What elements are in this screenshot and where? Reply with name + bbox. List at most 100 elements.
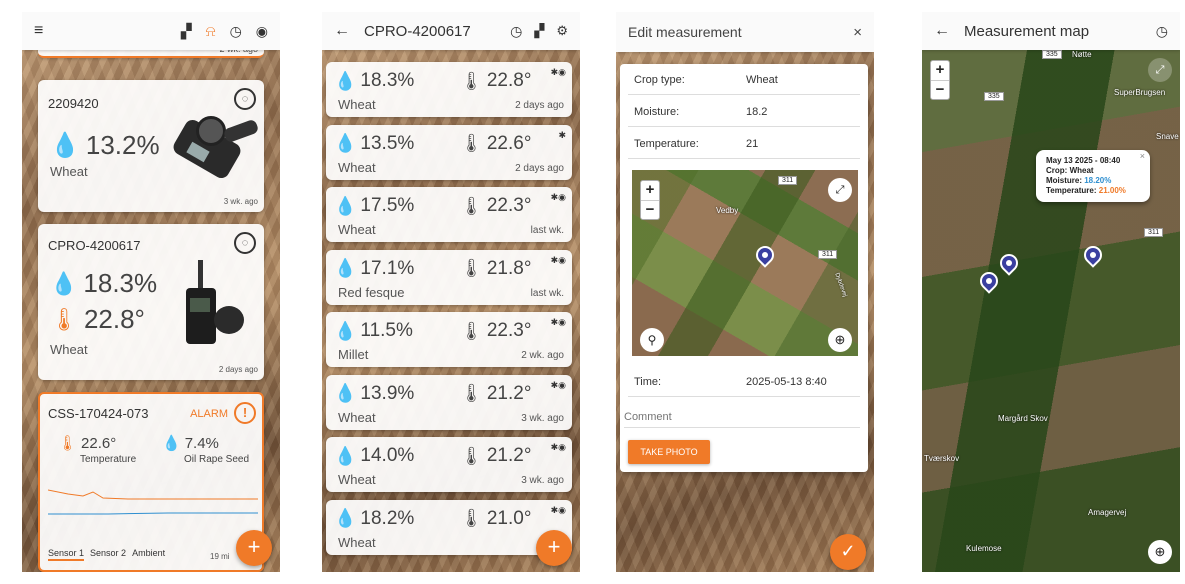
alarm-device-card[interactable]: CSS-170424-073 ALARM ! 🌡 22.6° Temperatu… [38,392,264,572]
measurement-pin-icon[interactable] [752,242,778,268]
device-age: 2 days ago [218,365,258,374]
sensor-type-icon[interactable]: ◌ [234,232,256,254]
moisture-value: 18.3% [83,268,158,298]
device-name: 2209420 [48,96,99,111]
temperature-value: 22.6° [486,132,532,154]
device-card[interactable]: CPRO-4200617 ◌ 💧 18.3% 🌡 22.8° Wheat 2 d… [38,224,264,380]
thermometer-icon: 🌡 [460,383,483,403]
zoom-in-button[interactable]: + [931,61,949,80]
measurement-row[interactable]: 💧 17.1% 🌡 21.8° Red fesque last wk. ✱◉ [326,249,572,305]
moisture-value: 17.1% [360,257,415,279]
my-location-icon[interactable]: ⊕ [1148,540,1172,564]
history-clock-icon[interactable]: ◷ [230,23,242,40]
moisture-readout: 💧 14.0% [334,445,414,467]
measurement-row[interactable]: 💧 13.9% 🌡 21.2° Wheat 3 wk. ago ✱◉ [326,374,572,430]
crop-name: Wheat [338,472,376,487]
road-label: 311 [818,250,838,259]
tab-ambient[interactable]: Ambient [132,548,165,561]
account-icon[interactable]: ◉ [256,23,268,40]
confirm-button[interactable]: ✓ [830,534,866,570]
crop-name: Wheat [338,222,376,237]
moisture-meter-image [166,112,260,184]
place-label: Kulemose [966,544,1002,553]
app-screenshots: ≡ ▞ ⍾ ◷ ◉ 2 wk. ago 2209420 ◌ 💧 13.2% Wh… [0,0,1185,584]
field-crop-type[interactable]: Crop type: Wheat [628,64,860,95]
bluetooth-gps-icon: ✱◉ [550,442,566,452]
measurement-pin-icon[interactable] [1080,242,1106,268]
road-label: 335 [1042,50,1062,59]
back-arrow-icon[interactable]: ← [334,22,350,40]
road-label: 311 [1144,228,1164,237]
bluetooth-gps-icon: ✱◉ [550,379,566,390]
measurement-popup[interactable]: × May 13 2025 - 08:40 Crop: Wheat Moistu… [1036,150,1150,202]
measurement-row[interactable]: 💧 17.5% 🌡 22.3° Wheat last wk. ✱◉ [326,187,572,242]
temperature-readout: 🌡 22.6° [460,133,531,155]
device-age: 19 mi [210,552,230,561]
alarm-label: ALARM [190,408,228,420]
crop-name: Millet [338,347,369,362]
measurement-row[interactable]: 💧 11.5% 🌡 22.3° Millet 2 wk. ago ✱◉ [326,312,572,367]
zoom-out-button[interactable]: − [931,80,949,99]
tab-sensor-2[interactable]: Sensor 2 [90,548,126,561]
temperature-value: 22.8° [83,304,145,334]
add-device-button[interactable]: + [236,530,272,566]
temperature-label: Temperature [80,454,137,465]
field-value: 18.2 [746,106,768,118]
screen-measurement-map: + − ⤢ 335 335 311 Nøtte SuperBrugsen Sna… [922,12,1180,572]
field-time[interactable]: Time: 2025-05-13 8:40 [628,366,860,397]
history-clock-icon[interactable]: ◷ [510,23,522,40]
back-arrow-icon[interactable]: ← [934,22,950,40]
menu-icon[interactable]: ≡ [34,22,43,40]
measurement-age: 2 days ago [515,162,564,174]
alarm-bell-icon[interactable]: ⍾ [206,23,216,40]
zoom-in-button[interactable]: + [641,181,659,200]
fullscreen-icon[interactable]: ⤢ [828,178,852,202]
settings-gear-icon[interactable]: ⚙ [556,23,568,39]
history-clock-icon[interactable]: ◷ [1156,23,1168,40]
add-measurement-button[interactable]: + [536,530,572,566]
take-photo-button[interactable]: TAKE PHOTO [628,440,710,464]
location-map[interactable]: + − ⤢ Vedby 311 311 Dybdevej ⚲ ⊕ [632,170,858,356]
moisture-value: 13.9% [360,382,415,404]
field-moisture[interactable]: Moisture: 18.2 [628,96,860,127]
road-label: 335 [984,92,1004,101]
location-marker-icon[interactable]: ⚲ [640,328,664,352]
bluetooth-gps-icon: ✱◉ [550,254,566,265]
measurement-row[interactable]: 💧 14.0% 🌡 21.2° Wheat 3 wk. ago ✱◉ [326,437,572,492]
field-temperature[interactable]: Temperature: 21 [628,128,860,159]
measurement-age: 2 days ago [515,100,564,111]
moisture-value: 18.3% [360,70,415,91]
thermometer-icon: 🌡 [460,445,483,466]
alarm-exclamation-icon[interactable]: ! [234,402,256,424]
popup-date: May 13 2025 - 08:40 [1046,156,1121,165]
map-icon[interactable]: ▞ [181,23,192,40]
comment-input[interactable] [624,406,860,428]
devices-appbar: ≡ ▞ ⍾ ◷ ◉ [22,12,280,50]
close-icon[interactable]: × [853,24,862,41]
crop-name: Wheat [338,159,376,175]
moisture-drop-icon: 💧 [50,270,78,296]
zoom-out-button[interactable]: − [641,200,659,219]
popup-label: Moisture: [1046,176,1082,185]
moisture-drop-icon: 💧 [334,258,357,278]
measurement-pin-icon[interactable] [976,268,1002,294]
moisture-value: 17.5% [360,195,415,216]
map-appbar: ← Measurement map ◷ [922,12,1180,50]
satellite-map[interactable]: + − ⤢ 335 335 311 Nøtte SuperBrugsen Sna… [922,50,1180,572]
moisture-drop-icon: 💧 [334,383,357,403]
bluetooth-gps-icon: ✱◉ [550,192,566,202]
page-title: CPRO-4200617 [364,22,471,40]
measurement-pin-icon[interactable] [996,250,1022,276]
device-card[interactable]: 2209420 ◌ 💧 13.2% Wheat 3 wk. ago [38,80,264,212]
my-location-icon[interactable]: ⊕ [828,328,852,352]
fullscreen-icon[interactable]: ⤢ [1148,58,1172,82]
close-icon[interactable]: × [1140,151,1145,161]
map-icon[interactable]: ▞ [534,23,544,39]
sensor-type-icon[interactable]: ◌ [234,88,256,110]
measurement-row[interactable]: 💧 18.3% 🌡 22.8° Wheat 2 days ago ✱◉ [326,62,572,117]
tab-sensor-1[interactable]: Sensor 1 [48,548,85,561]
field-label: Moisture: [634,106,680,118]
measurement-row[interactable]: 💧 13.5% 🌡 22.6° Wheat 2 days ago ✱ [326,124,572,180]
temperature-readout: 🌡 21.2° [460,445,531,467]
place-label: SuperBrugsen [1114,88,1166,97]
